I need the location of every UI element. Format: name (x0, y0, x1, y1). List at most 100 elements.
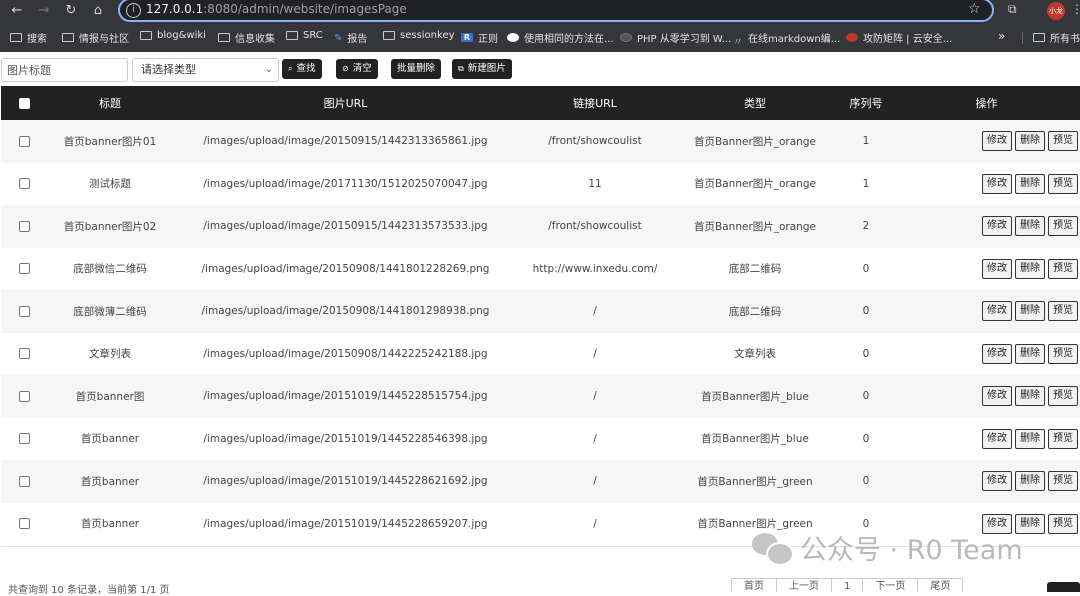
row-checkbox[interactable] (19, 263, 30, 275)
preview-button[interactable]: 预览 (1048, 343, 1078, 364)
bookmark-item[interactable]: 使用相同的方法在... (507, 30, 614, 45)
reload-icon[interactable]: ↻ (62, 2, 80, 20)
edit-button[interactable]: 修改 (982, 471, 1012, 492)
preview-button[interactable]: 预览 (1048, 258, 1078, 279)
bookmark-item[interactable]: 攻防矩阵 | 云安全... (846, 30, 952, 45)
delete-button[interactable]: 删除 (1015, 258, 1045, 279)
row-checkbox[interactable] (19, 220, 30, 232)
row-checkbox[interactable] (19, 135, 30, 147)
row-checkbox[interactable] (19, 305, 30, 317)
delete-button[interactable]: 删除 (1015, 173, 1045, 194)
batch-delete-button[interactable]: 批量删除 (391, 59, 442, 79)
bookmark-item[interactable]: ✎ 报告 (334, 30, 367, 45)
preview-button[interactable]: 预览 (1048, 301, 1078, 322)
preview-button[interactable]: 预览 (1048, 386, 1078, 407)
pager-item[interactable]: 1 (831, 578, 864, 592)
page-jump-button[interactable] (1047, 582, 1080, 592)
table-row: 首页banner/images/upload/image/20151019/14… (1, 417, 1080, 460)
row-link-url: /front/showcoulist (519, 120, 671, 163)
bookmark-item[interactable]: 情报与社区 (62, 30, 129, 45)
type-select[interactable]: 请选择类型 ⌄ (132, 58, 279, 82)
url-path: :8080/admin/website/imagesPage (203, 2, 407, 16)
search-icon: ⌕ (288, 64, 293, 73)
row-checkbox[interactable] (19, 433, 30, 445)
delete-button[interactable]: 删除 (1015, 131, 1045, 152)
row-image-url: /images/upload/image/20150908/1441801298… (172, 290, 519, 333)
address-bar[interactable]: i 127.0.0.1:8080/admin/website/imagesPag… (118, 0, 994, 22)
bookmark-label: 使用相同的方法在... (524, 34, 614, 45)
edit-button[interactable]: 修改 (982, 216, 1012, 237)
clear-button[interactable]: ⊘ 清空 (336, 59, 378, 79)
bookmark-item[interactable]: R 正则 (461, 30, 498, 45)
bookmarks-overflow-icon[interactable]: » (998, 29, 1005, 43)
preview-button[interactable]: 预览 (1048, 428, 1078, 449)
table-row: 底部微信二维码/images/upload/image/20150908/144… (1, 247, 1080, 290)
edit-button[interactable]: 修改 (982, 343, 1012, 364)
bookmark-item[interactable]: 〃在线markdown编... (733, 30, 840, 48)
pager-item[interactable]: 首页 (731, 578, 777, 592)
delete-button[interactable]: 删除 (1015, 386, 1045, 407)
preview-button[interactable]: 预览 (1048, 471, 1078, 492)
row-actions: 修改 删除 预览 (893, 417, 1080, 460)
delete-button[interactable]: 删除 (1015, 301, 1045, 322)
bookmark-item[interactable]: 信息收集 (218, 30, 275, 45)
bookmark-item[interactable]: 搜索 (10, 30, 47, 45)
table-row: 首页banner/images/upload/image/20151019/14… (1, 460, 1080, 503)
bookmark-item[interactable]: SRC (286, 30, 323, 41)
all-bookmarks-folder[interactable]: 所有书 (1033, 30, 1080, 45)
row-actions: 修改 删除 预览 (893, 247, 1080, 290)
row-title: 首页banner图片02 (48, 205, 172, 248)
bookmark-item[interactable]: blog&wiki (140, 30, 206, 41)
new-image-label: 新建图片 (467, 63, 506, 74)
preview-button[interactable]: 预览 (1048, 173, 1078, 194)
row-checkbox[interactable] (19, 475, 30, 487)
row-title: 测试标题 (48, 162, 172, 205)
bookmark-star-icon[interactable]: ☆ (968, 1, 981, 17)
new-image-button[interactable]: ⧉ 新建图片 (452, 59, 512, 79)
edit-button[interactable]: 修改 (982, 258, 1012, 279)
edit-button[interactable]: 修改 (982, 131, 1012, 152)
delete-button[interactable]: 删除 (1015, 428, 1045, 449)
header-link-url: 链接URL (519, 86, 671, 120)
pager-item[interactable]: 上一页 (776, 578, 832, 592)
back-arrow-icon[interactable]: ← (8, 2, 26, 20)
search-button[interactable]: ⌕ 查找 (282, 59, 322, 79)
preview-button[interactable]: 预览 (1048, 131, 1078, 152)
delete-button[interactable]: 删除 (1015, 343, 1045, 364)
pager-item[interactable]: 尾页 (917, 578, 964, 592)
row-checkbox[interactable] (19, 178, 30, 190)
edit-button[interactable]: 修改 (982, 301, 1012, 322)
row-select-cell (1, 290, 48, 333)
select-all-checkbox[interactable] (19, 98, 30, 109)
browser-menu-icon[interactable]: ⋮ (1071, 2, 1080, 16)
row-checkbox[interactable] (19, 390, 30, 402)
extensions-icon[interactable]: ⧉ (1008, 2, 1017, 17)
delete-button[interactable]: 删除 (1015, 216, 1045, 237)
bookmarks-divider (1022, 32, 1023, 44)
forward-arrow-icon[interactable]: → (35, 2, 53, 20)
row-type: 首页Banner图片_orange (671, 162, 839, 205)
bookmark-item[interactable]: sessionkey (383, 30, 455, 41)
row-actions: 修改 删除 预览 (893, 205, 1080, 248)
preview-button[interactable]: 预览 (1048, 513, 1078, 534)
preview-button[interactable]: 预览 (1048, 216, 1078, 237)
row-select-cell (1, 205, 48, 248)
delete-button[interactable]: 删除 (1015, 471, 1045, 492)
bookmark-item[interactable]: PHP 从零学习到 W... (620, 30, 731, 45)
row-image-url: /images/upload/image/20150915/1442313365… (172, 120, 519, 163)
row-title: 底部微信二维码 (48, 247, 172, 290)
site-info-icon[interactable]: i (126, 3, 141, 18)
profile-avatar[interactable]: 小龙 (1047, 2, 1065, 20)
pager-item[interactable]: 下一页 (862, 578, 919, 592)
image-title-input[interactable] (1, 58, 128, 82)
home-icon[interactable]: ⌂ (89, 2, 107, 20)
edit-button[interactable]: 修改 (982, 173, 1012, 194)
folder-icon (140, 31, 152, 40)
edit-button[interactable]: 修改 (982, 386, 1012, 407)
address-text[interactable]: 127.0.0.1:8080/admin/website/imagesPage (146, 2, 407, 16)
row-checkbox[interactable] (19, 348, 30, 360)
edit-button[interactable]: 修改 (982, 428, 1012, 449)
row-checkbox[interactable] (19, 518, 30, 530)
row-select-cell (1, 120, 48, 163)
browser-nav-row: ← → ↻ ⌂ i 127.0.0.1:8080/admin/website/i… (0, 0, 1080, 22)
